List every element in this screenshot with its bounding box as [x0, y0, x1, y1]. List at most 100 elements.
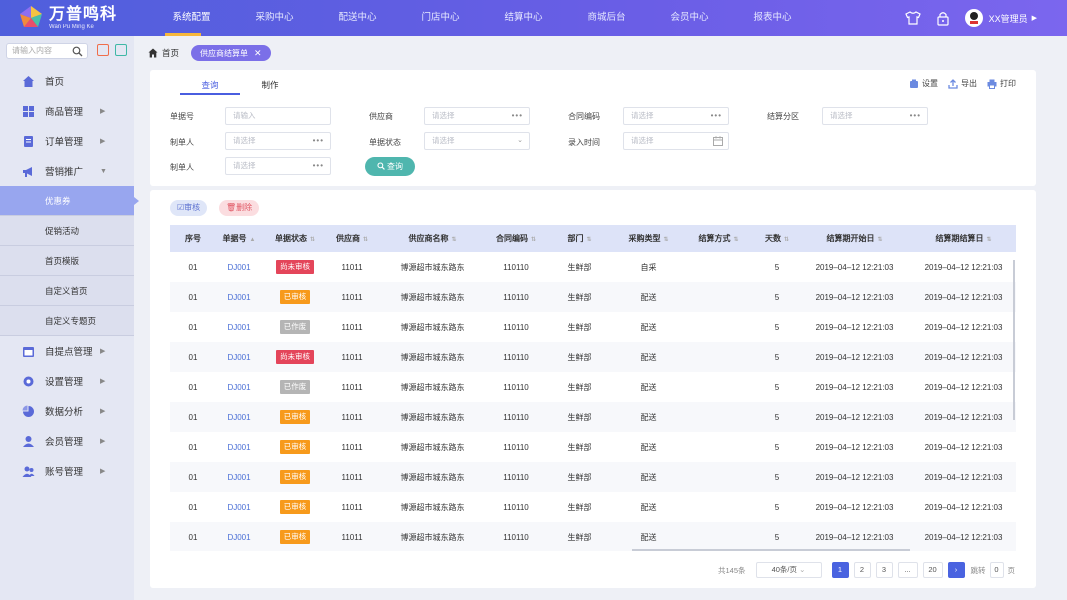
lock-icon[interactable]	[935, 10, 951, 26]
audit-button[interactable]: ☑审核	[170, 200, 208, 216]
page-button[interactable]: 20	[922, 562, 943, 578]
avatar[interactable]	[964, 9, 983, 27]
page-tab[interactable]: 供应商结算单 ✕	[191, 45, 271, 61]
cell-code[interactable]: DJ001	[216, 492, 262, 522]
sidebar-subitem[interactable]: 自定义专题页	[0, 306, 134, 336]
column-header[interactable]: 合同编码 ⇅	[489, 225, 543, 252]
sidebar-item-more-4[interactable]: 账号管理 ▶	[0, 456, 134, 486]
page-size-select[interactable]: 40条/页 ⌄	[755, 562, 822, 578]
shirt-icon[interactable]	[904, 10, 921, 26]
creator2-select[interactable]: 请选择 •••	[225, 157, 331, 175]
sidebar-item-more-0[interactable]: 自提点管理 ▶	[0, 336, 134, 366]
sidebar-item-main-1[interactable]: 商品管理 ▶	[0, 96, 134, 126]
tab-query[interactable]: 查询	[180, 78, 240, 95]
delete-button[interactable]: 🗑删除	[219, 200, 260, 216]
cell-code[interactable]: DJ001	[216, 372, 262, 402]
sort-icon[interactable]: ⇅	[877, 237, 882, 243]
home-icon[interactable]	[148, 48, 158, 58]
status-select[interactable]: 请选择 ⌄	[424, 132, 530, 150]
order-no-input[interactable]: 请输入	[225, 107, 331, 125]
sidebar-item-main-3[interactable]: 营销推广 ▼	[0, 156, 134, 186]
cell-code[interactable]: DJ001	[216, 312, 262, 342]
sidebar-collapse-icon[interactable]	[97, 44, 109, 56]
table-row[interactable]: 01 DJ001 已作废 11011 博源超市城东路东 110110 生鲜部 配送 5 2019–…	[170, 372, 1016, 402]
nav-item[interactable]: 配送中心	[316, 0, 399, 36]
horizontal-scrollbar[interactable]	[632, 549, 910, 551]
column-header[interactable]: 采购类型 ⇅	[616, 225, 681, 252]
search-icon[interactable]	[72, 46, 83, 57]
sort-icon[interactable]: ⇅	[986, 237, 991, 243]
page-button[interactable]: 2	[853, 562, 871, 578]
sidebar-item-more-1[interactable]: 设置管理 ▶	[0, 366, 134, 396]
query-button[interactable]: 查询	[365, 157, 415, 176]
table-row[interactable]: 01 DJ001 已审核 11011 博源超市城东路东 110110 生鲜部 配送 5 2019–…	[170, 432, 1016, 462]
column-header[interactable]: 结算期开始日 ⇅	[798, 225, 911, 252]
sidebar-item-more-2[interactable]: 数据分析 ▶	[0, 396, 134, 426]
cell-code[interactable]: DJ001	[216, 252, 262, 282]
sort-icon[interactable]: ⇅	[363, 237, 368, 243]
sidebar-item-more-3[interactable]: 会员管理 ▶	[0, 426, 134, 456]
nav-item[interactable]: 报表中心	[731, 0, 814, 36]
sidebar-search-input[interactable]: 请输入内容	[6, 43, 88, 59]
nav-item[interactable]: 结算中心	[482, 0, 565, 36]
column-header[interactable]: 结算方式 ⇅	[681, 225, 756, 252]
table-row[interactable]: 01 DJ001 已审核 11011 博源超市城东路东 110110 生鲜部 配送 5 2019–…	[170, 462, 1016, 492]
sort-icon[interactable]: ⇅	[531, 237, 536, 243]
sort-icon[interactable]: ⇅	[586, 237, 591, 243]
sidebar-subitem[interactable]: 首页模版	[0, 246, 134, 276]
jump-page-input[interactable]: 0	[989, 562, 1004, 578]
print-button[interactable]: 打印	[987, 78, 1016, 89]
column-header[interactable]: 部门 ⇅	[543, 225, 616, 252]
page-button[interactable]: 1	[831, 562, 849, 578]
more-icon[interactable]: •••	[313, 158, 324, 174]
calendar-icon[interactable]	[713, 136, 723, 146]
sidebar-item-main-0[interactable]: 首页	[0, 66, 134, 96]
sort-icon[interactable]: ⇅	[451, 237, 456, 243]
brand-logo[interactable]: 万普鸣科 Wan Pu Ming Ke	[18, 4, 117, 32]
table-row[interactable]: 01 DJ001 已审核 11011 博源超市城东路东 110110 生鲜部 配送 5 2019–…	[170, 282, 1016, 312]
sidebar-subitem[interactable]: 促销活动	[0, 216, 134, 246]
close-icon[interactable]: ✕	[254, 48, 262, 58]
next-page-button[interactable]: ›	[947, 562, 965, 578]
nav-item[interactable]: 采购中心	[233, 0, 316, 36]
chevron-down-icon[interactable]: ⌄	[517, 133, 523, 149]
more-icon[interactable]: •••	[512, 108, 523, 124]
sidebar-screen-icon[interactable]	[115, 44, 127, 56]
sort-icon[interactable]: ▲	[250, 237, 256, 243]
page-button[interactable]: 3	[875, 562, 893, 578]
page-button[interactable]: ...	[897, 562, 918, 578]
table-row[interactable]: 01 DJ001 已审核 11011 博源超市城东路东 110110 生鲜部 配送 5 2019–…	[170, 522, 1016, 551]
nav-item[interactable]: 门店中心	[399, 0, 482, 36]
sidebar-item-main-2[interactable]: 订单管理 ▶	[0, 126, 134, 156]
settings-button[interactable]: 设置	[909, 78, 938, 89]
supplier-select[interactable]: 请选择 •••	[424, 107, 530, 125]
table-row[interactable]: 01 DJ001 已作废 11011 博源超市城东路东 110110 生鲜部 配送 5 2019–…	[170, 312, 1016, 342]
more-icon[interactable]: •••	[910, 108, 921, 124]
sort-icon[interactable]: ⇅	[784, 237, 789, 243]
partition-select[interactable]: 请选择 •••	[822, 107, 928, 125]
column-header[interactable]: 天数 ⇅	[756, 225, 798, 252]
user-name[interactable]: XX管理员	[989, 12, 1028, 25]
vertical-scrollbar[interactable]	[1013, 260, 1015, 420]
entry-time-picker[interactable]: 请选择	[623, 132, 729, 150]
sidebar-subitem[interactable]: 优惠券	[0, 186, 139, 216]
nav-item[interactable]: 系统配置	[150, 0, 233, 36]
cell-code[interactable]: DJ001	[216, 462, 262, 492]
more-icon[interactable]: •••	[313, 133, 324, 149]
nav-item[interactable]: 会员中心	[648, 0, 731, 36]
cell-code[interactable]: DJ001	[216, 432, 262, 462]
contract-select[interactable]: 请选择 •••	[623, 107, 729, 125]
column-header[interactable]: 供应商名称 ⇅	[376, 225, 489, 252]
sort-icon[interactable]: ⇅	[733, 237, 738, 243]
table-row[interactable]: 01 DJ001 已审核 11011 博源超市城东路东 110110 生鲜部 配送 5 2019–…	[170, 402, 1016, 432]
column-header[interactable]: 单据状态 ⇅	[262, 225, 328, 252]
table-row[interactable]: 01 DJ001 已审核 11011 博源超市城东路东 110110 生鲜部 配送 5 2019–…	[170, 492, 1016, 522]
breadcrumb-home[interactable]: 首页	[162, 47, 179, 59]
cell-code[interactable]: DJ001	[216, 402, 262, 432]
cell-code[interactable]: DJ001	[216, 282, 262, 312]
more-icon[interactable]: •••	[711, 108, 722, 124]
sort-icon[interactable]: ⇅	[310, 237, 315, 243]
sort-icon[interactable]: ⇅	[663, 237, 668, 243]
nav-item[interactable]: 商城后台	[565, 0, 648, 36]
creator-select[interactable]: 请选择 •••	[225, 132, 331, 150]
